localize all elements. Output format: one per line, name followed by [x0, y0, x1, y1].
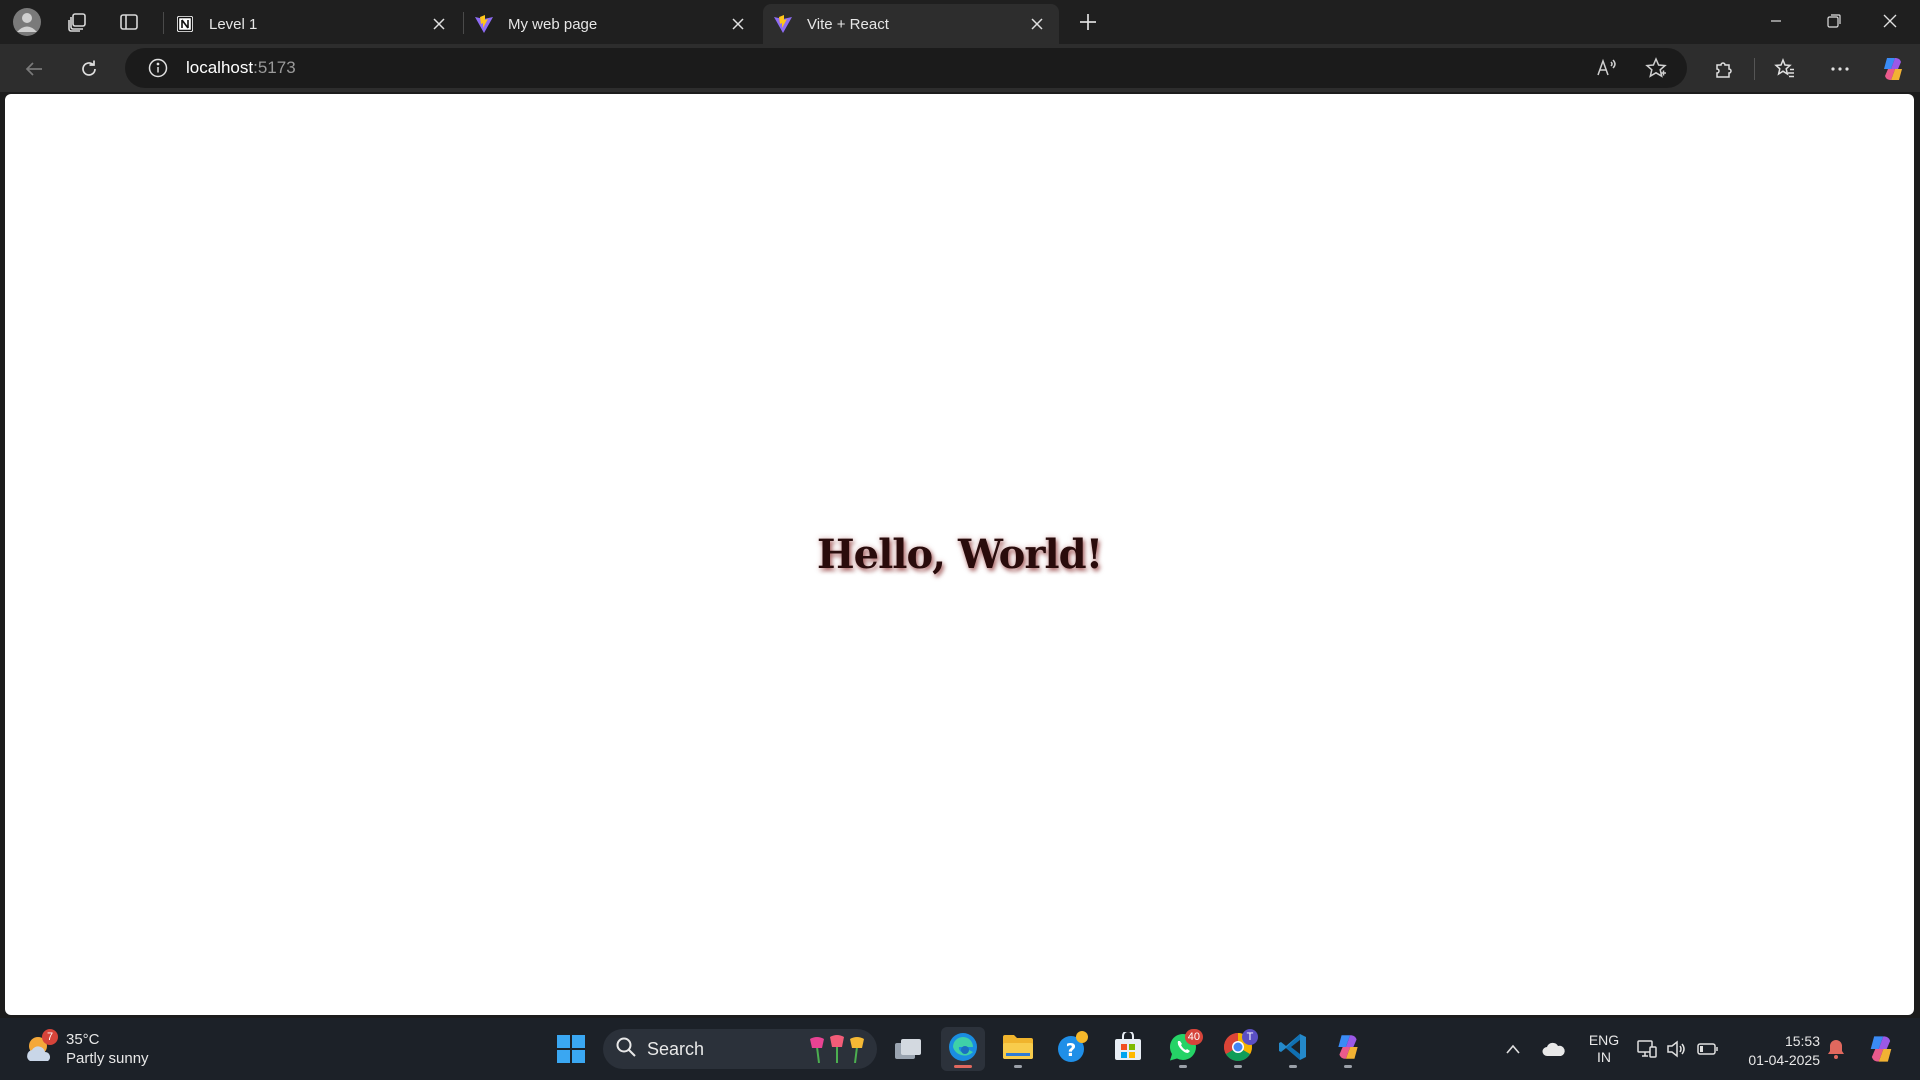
weather-temp: 35°C	[66, 1031, 100, 1048]
notification-bell-icon[interactable]	[1823, 1027, 1849, 1071]
clock-time: 15:53	[1784, 1033, 1820, 1049]
vite-icon	[474, 14, 494, 34]
running-app-indicator	[1289, 1065, 1297, 1068]
task-view-icon[interactable]	[886, 1027, 930, 1071]
windows-taskbar: 7 35°C Partly sunny Search ? 40 T ENG IN…	[0, 1018, 1920, 1080]
copilot-pre-icon[interactable]	[1862, 1027, 1900, 1071]
read-aloud-icon[interactable]	[1591, 52, 1623, 84]
copilot-icon[interactable]	[1876, 52, 1910, 86]
favorite-star-icon[interactable]	[1640, 52, 1672, 84]
url-host: localhost	[186, 58, 254, 77]
active-app-indicator	[954, 1065, 972, 1068]
vertical-tabs-icon[interactable]	[113, 6, 145, 38]
folder-icon	[1002, 1033, 1034, 1066]
volume-icon[interactable]	[1663, 1027, 1689, 1071]
notion-icon	[175, 14, 195, 34]
taskbar-edge[interactable]	[941, 1027, 985, 1071]
refresh-button[interactable]	[72, 52, 106, 86]
running-app-indicator	[1344, 1065, 1352, 1068]
back-button[interactable]	[17, 52, 51, 86]
weather-widget[interactable]: 7 35°C Partly sunny	[24, 1027, 149, 1071]
chrome-profile-badge: T	[1242, 1029, 1258, 1045]
taskbar-copilot[interactable]	[1326, 1027, 1370, 1071]
language-line-2: IN	[1597, 1049, 1611, 1065]
tab-vite-react[interactable]: Vite + React	[763, 4, 1059, 44]
workspaces-icon[interactable]	[61, 6, 93, 38]
network-icon[interactable]	[1634, 1027, 1660, 1071]
whatsapp-unread-badge: 40	[1184, 1029, 1203, 1045]
taskbar-file-explorer[interactable]	[996, 1027, 1040, 1071]
close-tab-icon[interactable]	[1025, 12, 1049, 36]
favorites-icon[interactable]	[1768, 52, 1802, 86]
tab-title: Vite + React	[807, 15, 889, 33]
weather-text: 35°C Partly sunny	[66, 1030, 149, 1068]
running-app-indicator	[1234, 1065, 1242, 1068]
partly-sunny-icon: 7	[24, 1029, 58, 1065]
battery-icon[interactable]	[1695, 1027, 1721, 1071]
taskbar-get-help[interactable]: ?	[1051, 1027, 1095, 1071]
more-options-icon[interactable]	[1823, 52, 1857, 86]
site-info-icon[interactable]	[142, 52, 174, 84]
tab-my-web-page[interactable]: My web page	[464, 4, 760, 44]
profile-avatar-icon[interactable]	[11, 6, 43, 38]
restore-button[interactable]	[1806, 0, 1862, 42]
weather-alert-badge: 7	[42, 1029, 58, 1045]
svg-text:?: ?	[1066, 1040, 1076, 1061]
edge-icon	[947, 1031, 979, 1068]
close-tab-icon[interactable]	[427, 12, 451, 36]
help-icon: ?	[1057, 1030, 1089, 1068]
tab-separator	[163, 12, 164, 34]
page-heading: Hello, World!	[816, 531, 1103, 578]
weather-condition: Partly sunny	[66, 1050, 149, 1067]
onedrive-icon[interactable]	[1539, 1027, 1569, 1071]
tab-title: My web page	[508, 15, 598, 33]
taskbar-store[interactable]	[1106, 1027, 1150, 1071]
taskbar-vscode[interactable]	[1271, 1027, 1315, 1071]
taskbar-whatsapp[interactable]: 40	[1161, 1027, 1205, 1071]
url-text: localhost:5173	[186, 58, 296, 78]
search-label: Search	[647, 1038, 705, 1059]
taskbar-chrome[interactable]: T	[1216, 1027, 1260, 1071]
language-line-1: ENG	[1588, 1032, 1620, 1048]
system-clock[interactable]: 15:53 01-04-2025	[1734, 1032, 1820, 1070]
address-bar[interactable]: localhost:5173	[125, 48, 1687, 88]
url-port: :5173	[253, 58, 296, 77]
search-icon	[615, 1036, 637, 1063]
page-viewport: Hello, World!	[5, 94, 1914, 1015]
vscode-icon	[1278, 1032, 1308, 1067]
minimize-button[interactable]	[1748, 0, 1804, 42]
clock-date: 01-04-2025	[1748, 1052, 1820, 1068]
browser-toolbar: localhost:5173	[0, 44, 1920, 92]
start-button[interactable]	[549, 1027, 593, 1071]
tulips-icon	[807, 1035, 869, 1068]
running-app-indicator	[1014, 1065, 1022, 1068]
tab-title: Level 1	[209, 15, 258, 33]
vite-icon	[773, 14, 793, 34]
store-icon	[1113, 1029, 1143, 1067]
taskbar-search-box[interactable]: Search	[603, 1029, 877, 1069]
show-hidden-icons-button[interactable]	[1500, 1027, 1526, 1071]
close-tab-icon[interactable]	[726, 12, 750, 36]
toolbar-separator	[1754, 58, 1755, 80]
tab-level-1[interactable]: Level 1	[165, 4, 461, 44]
copilot-icon	[1333, 1032, 1363, 1067]
close-window-button[interactable]	[1862, 0, 1918, 42]
browser-titlebar: Level 1 My web page Vite + React	[0, 0, 1920, 44]
new-tab-button[interactable]	[1072, 6, 1104, 38]
language-indicator[interactable]: ENG IN	[1584, 1032, 1624, 1066]
running-app-indicator	[1179, 1065, 1187, 1068]
extensions-icon[interactable]	[1707, 52, 1741, 86]
